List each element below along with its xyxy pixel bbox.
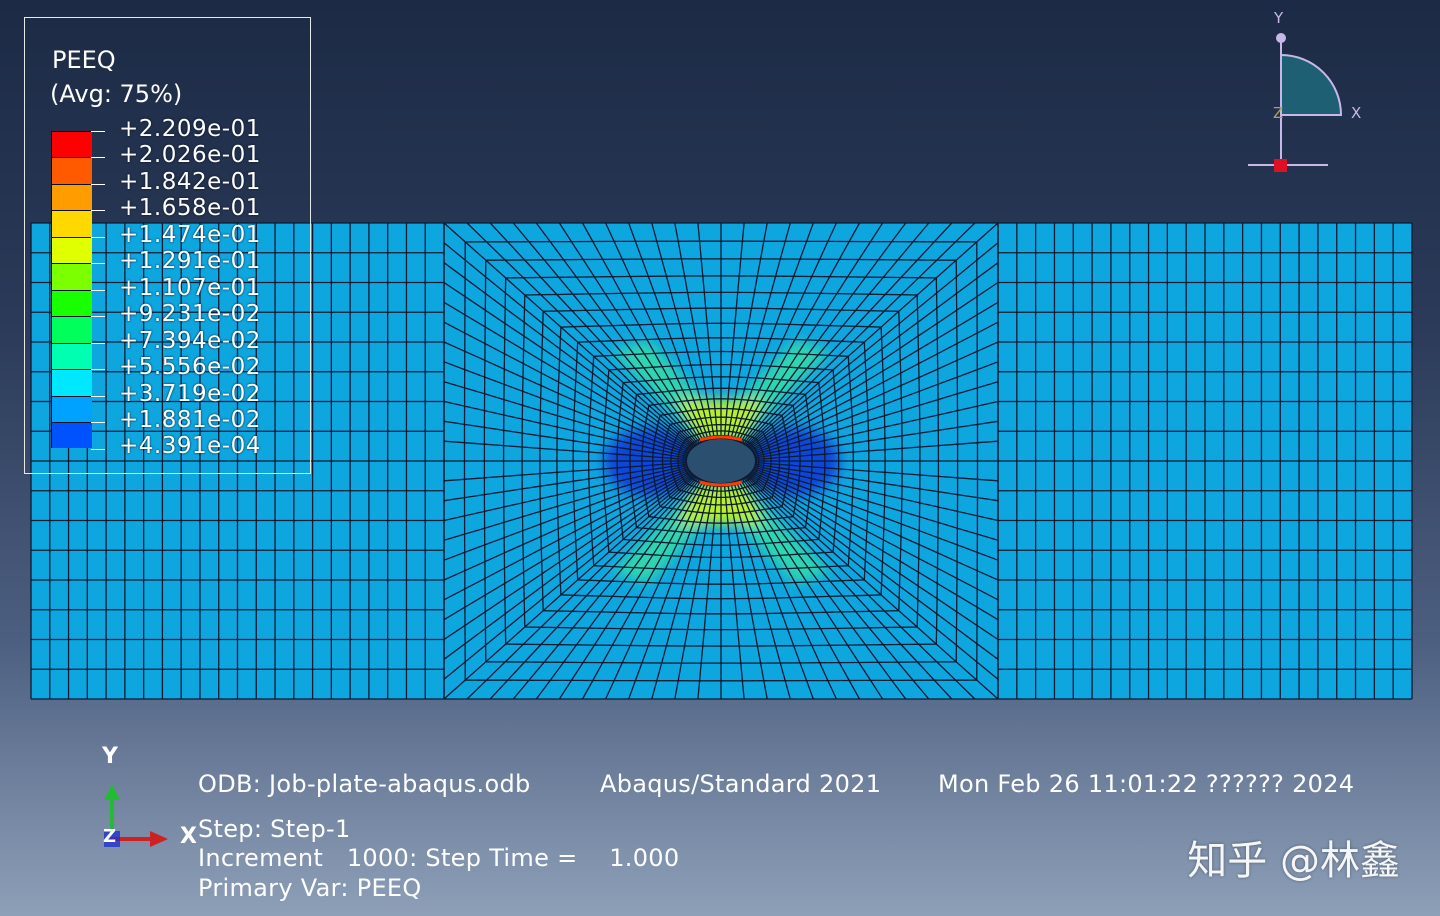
legend-label: +3.719e-02 — [119, 380, 261, 407]
legend-tick — [91, 395, 105, 397]
legend-subtitle: (Avg: 75%) — [50, 80, 183, 108]
legend-color-swatch — [52, 131, 92, 158]
legend-label: +5.556e-02 — [119, 354, 261, 381]
info-odb: ODB: Job-plate-abaqus.odb — [198, 770, 531, 798]
legend-label: +1.842e-01 — [119, 168, 261, 195]
legend-label: +1.881e-02 — [119, 406, 261, 433]
triad-y-label: Y — [1274, 9, 1284, 27]
legend-label: +2.209e-01 — [119, 116, 261, 142]
info-primary-var: Primary Var: PEEQ — [198, 874, 422, 902]
legend-label: +7.394e-02 — [119, 327, 261, 354]
triad-y-end — [1276, 33, 1286, 43]
legend-tick — [91, 210, 105, 212]
legend-tick — [91, 316, 105, 318]
legend-label: +1.107e-01 — [119, 274, 261, 301]
legend-label: +9.231e-02 — [119, 301, 261, 328]
view-triad[interactable] — [1248, 33, 1343, 172]
legend-label: +4.391e-04 — [119, 433, 261, 460]
legend-tick — [91, 183, 105, 185]
legend-label: +2.026e-01 — [119, 142, 261, 169]
axis-y-arrowhead — [104, 784, 120, 800]
info-date: Mon Feb 26 11:01:22 ?????? 2024 — [938, 770, 1355, 798]
legend-tick — [91, 263, 105, 265]
legend-tick — [91, 448, 105, 450]
legend-color-swatch — [52, 263, 92, 290]
axis-y-label: Y — [102, 744, 118, 769]
legend-color-swatch — [52, 421, 92, 449]
watermark: 知乎 @林鑫 — [1187, 838, 1400, 884]
legend-tick — [91, 131, 105, 132]
legend-color-swatch — [52, 342, 92, 370]
hole — [685, 437, 757, 485]
legend-title: PEEQ — [52, 46, 116, 74]
legend-tick — [91, 369, 105, 371]
info-step: Step: Step-1 — [198, 815, 351, 843]
legend-color-swatch — [52, 316, 92, 343]
triad-x-label: X — [1351, 104, 1362, 122]
legend-labels: +2.209e-01 +2.026e-01 +1.842e-01 +1.658e-01… — [119, 116, 261, 460]
legend-tick — [91, 236, 105, 238]
legend-label: +1.474e-01 — [119, 221, 261, 248]
axis-z-label: Z — [103, 826, 117, 847]
triad-z-label: Z — [1273, 104, 1284, 122]
legend-color-swatch — [52, 236, 92, 264]
legend-label: +1.658e-01 — [119, 195, 261, 222]
legend-tick — [91, 342, 105, 344]
legend-color-swatch — [52, 289, 92, 317]
legend-tick — [91, 157, 105, 159]
info-solver: Abaqus/Standard 2021 — [600, 770, 882, 798]
info-increment: Increment 1000: Step Time = 1.000 — [198, 844, 680, 872]
axis-x-arrowhead — [150, 831, 168, 847]
legend-panel: PEEQ (Avg: 75%) +2.209e-01 +2.026e-01 +1.8… — [24, 17, 311, 474]
legend-color-swatch — [52, 369, 92, 396]
legend-color-bar — [51, 131, 92, 449]
legend-label: +1.291e-01 — [119, 248, 261, 275]
triad-origin-marker — [1274, 159, 1287, 172]
triad-quarter-disc — [1280, 53, 1343, 116]
legend-color-swatch — [52, 395, 92, 422]
legend-tick — [91, 422, 105, 424]
legend-color-swatch — [52, 183, 92, 211]
axis-x-label: X — [180, 824, 197, 849]
legend-color-swatch — [52, 210, 92, 237]
legend-tick — [91, 289, 105, 291]
legend-color-swatch — [52, 157, 92, 184]
